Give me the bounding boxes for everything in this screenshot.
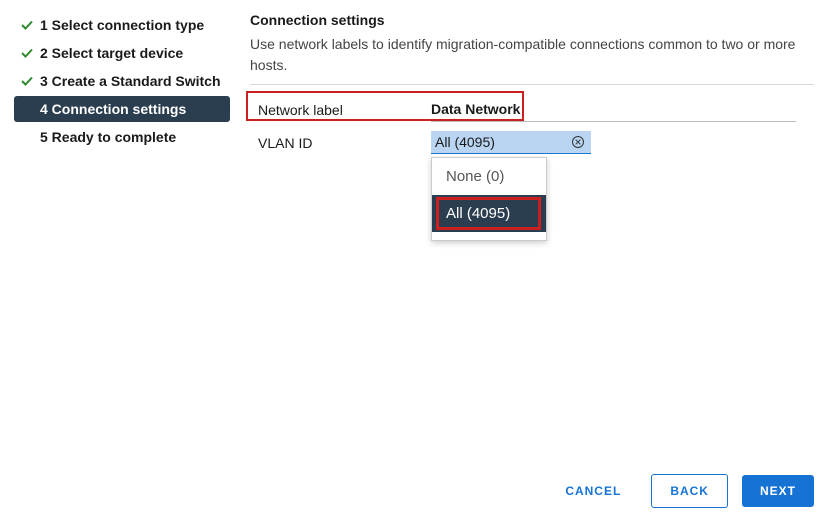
wizard-step-4[interactable]: 4 Connection settings xyxy=(14,96,230,122)
clear-icon[interactable] xyxy=(571,135,587,151)
divider xyxy=(250,84,814,85)
vlan-id-dropdown[interactable]: All (4095) None (0) All (4095) xyxy=(431,131,591,154)
wizard-step-label: 1 Select connection type xyxy=(40,17,204,33)
wizard-steps: 1 Select connection type 2 Select target… xyxy=(14,12,230,163)
vlan-id-row: VLAN ID All (4095) None (0) All (4095) xyxy=(250,131,814,154)
wizard-step-2[interactable]: 2 Select target device xyxy=(14,40,230,66)
network-label-input[interactable] xyxy=(431,97,796,122)
footer-buttons: CANCEL BACK NEXT xyxy=(549,474,814,508)
wizard-step-1[interactable]: 1 Select connection type xyxy=(14,12,230,38)
next-button[interactable]: NEXT xyxy=(742,475,814,507)
vlan-id-value[interactable]: All (4095) xyxy=(431,131,591,154)
content-area: Connection settings Use network labels t… xyxy=(230,12,814,163)
page-description: Use network labels to identify migration… xyxy=(250,34,814,76)
check-icon xyxy=(20,74,34,88)
vlan-option-none[interactable]: None (0) xyxy=(432,158,546,195)
back-button[interactable]: BACK xyxy=(651,474,728,508)
wizard-step-label: 2 Select target device xyxy=(40,45,183,61)
vlan-option-all[interactable]: All (4095) xyxy=(432,195,546,232)
network-label-label: Network label xyxy=(250,102,431,118)
wizard-step-5[interactable]: 5 Ready to complete xyxy=(14,124,230,150)
check-icon xyxy=(20,46,34,60)
wizard-step-label: 4 Connection settings xyxy=(40,101,186,117)
wizard-step-label: 5 Ready to complete xyxy=(40,129,176,145)
wizard-step-3[interactable]: 3 Create a Standard Switch xyxy=(14,68,230,94)
vlan-id-label: VLAN ID xyxy=(250,135,431,151)
wizard-step-label: 3 Create a Standard Switch xyxy=(40,73,221,89)
cancel-button[interactable]: CANCEL xyxy=(549,475,637,507)
vlan-dropdown-list: None (0) All (4095) xyxy=(431,157,547,241)
network-label-row: Network label xyxy=(250,97,814,122)
check-icon xyxy=(20,18,34,32)
page-title: Connection settings xyxy=(250,12,814,28)
vlan-option-label: All (4095) xyxy=(446,205,510,222)
